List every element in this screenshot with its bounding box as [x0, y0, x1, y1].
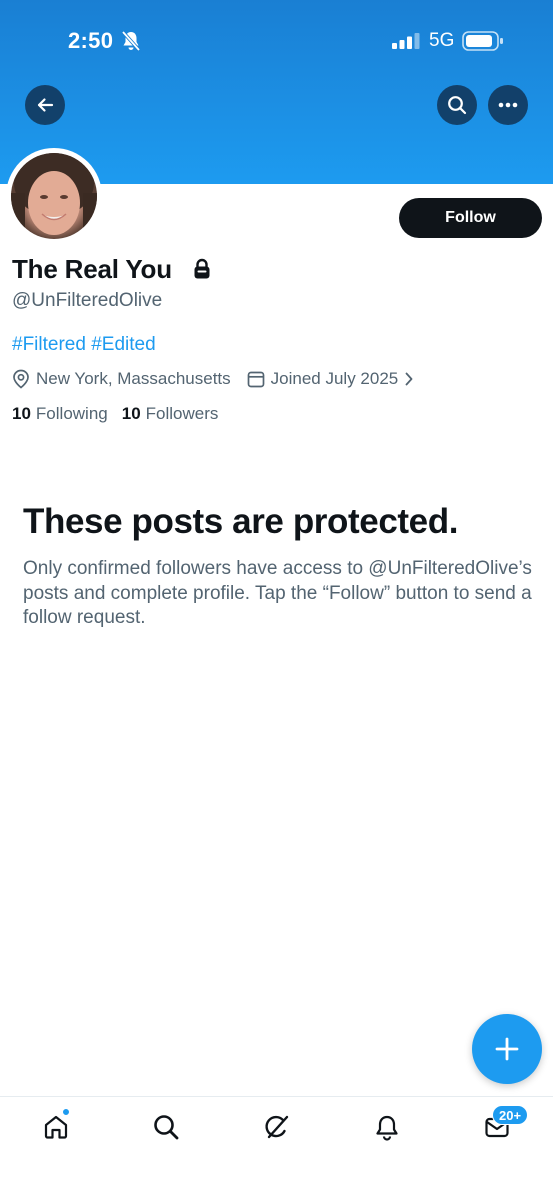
- avatar[interactable]: [11, 153, 97, 239]
- search-icon: [448, 96, 467, 115]
- followers-label: Followers: [145, 404, 219, 423]
- protected-body: Only confirmed followers have access to …: [23, 558, 532, 628]
- profile-meta: New York, Massachusetts Joined July 2025: [12, 367, 414, 391]
- battery-icon: [462, 31, 503, 51]
- tab-grok[interactable]: [261, 1111, 293, 1143]
- plus-icon: [495, 1037, 519, 1061]
- home-icon: [44, 1115, 68, 1139]
- follow-counts: 10 Following 10 Followers: [12, 404, 232, 424]
- avatar-photo: [11, 153, 97, 239]
- followers-count: 10: [121, 404, 141, 423]
- arrow-left-icon: [37, 98, 54, 112]
- location-pin-icon: [13, 369, 29, 389]
- more-options-button[interactable]: [488, 85, 528, 125]
- grok-icon: [265, 1115, 289, 1139]
- following-count: 10: [12, 404, 31, 423]
- network-type: 5G: [429, 30, 455, 51]
- compose-post-button[interactable]: [472, 1014, 542, 1084]
- bottom-tab-bar: 20+: [0, 1096, 553, 1200]
- following-link[interactable]: 10 Following: [12, 404, 108, 424]
- home-notification-dot: [62, 1108, 70, 1116]
- display-name: The Real You: [12, 254, 172, 284]
- calendar-icon: [247, 371, 265, 388]
- location: New York, Massachusetts: [36, 369, 231, 388]
- tab-search[interactable]: [150, 1111, 182, 1143]
- follow-button[interactable]: Follow: [399, 198, 542, 238]
- search-icon: [154, 1115, 179, 1140]
- followers-link[interactable]: 10 Followers: [122, 404, 219, 424]
- lock-icon: [194, 258, 210, 279]
- bio-hashtags[interactable]: #Filtered #Edited: [12, 334, 156, 356]
- signal-icon: [392, 33, 420, 49]
- messages-badge: 20+: [492, 1105, 529, 1125]
- protected-title: These posts are protected.: [23, 502, 459, 541]
- back-button[interactable]: [25, 85, 65, 125]
- tab-notifications[interactable]: [371, 1111, 403, 1143]
- profile-search-button[interactable]: [437, 85, 477, 125]
- bell-off-icon: [121, 30, 141, 52]
- bell-icon: [376, 1115, 398, 1141]
- joined-date[interactable]: Joined July 2025: [271, 369, 399, 389]
- status-time: 2:50: [68, 28, 114, 53]
- more-dots-icon: [498, 102, 518, 108]
- following-label: Following: [35, 404, 108, 423]
- chevron-right-icon[interactable]: [404, 371, 414, 387]
- handle: @UnFilteredOlive: [12, 290, 163, 311]
